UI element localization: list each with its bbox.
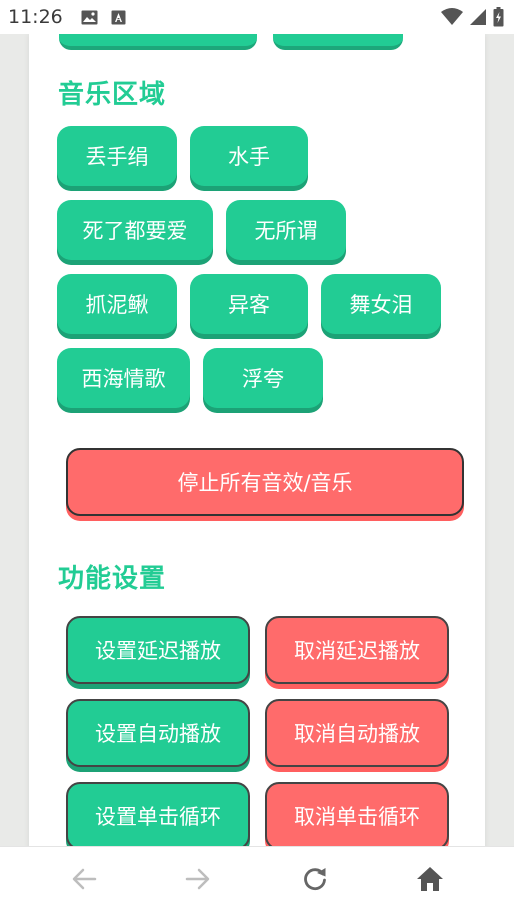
- function-section-title: 功能设置: [58, 564, 167, 594]
- music-button-shuishou[interactable]: 水手: [190, 126, 308, 186]
- set-delay-button[interactable]: 设置延迟播放: [66, 616, 250, 684]
- music-button-fukua[interactable]: 浮夸: [203, 348, 323, 408]
- arrow-right-icon: [185, 866, 211, 896]
- reload-button[interactable]: [295, 861, 335, 901]
- set-loop-button[interactable]: 设置单击循环: [66, 782, 250, 850]
- wifi-icon: [441, 8, 463, 30]
- cut-off-button-right[interactable]: [273, 34, 403, 50]
- music-button-diushoujuan[interactable]: 丢手绢: [57, 126, 177, 186]
- app-notification-icon: [111, 10, 127, 25]
- music-button-xihaiqingge[interactable]: 西海情歌: [57, 348, 190, 408]
- refresh-icon: [301, 865, 329, 897]
- music-button-zhuaniqiu[interactable]: 抓泥鳅: [57, 274, 177, 334]
- music-button-wusuowei[interactable]: 无所谓: [226, 200, 346, 260]
- stop-all-button[interactable]: 停止所有音效/音乐: [66, 448, 464, 516]
- music-button-sileduyaoai[interactable]: 死了都要爱: [57, 200, 213, 260]
- music-button-yike[interactable]: 异客: [190, 274, 308, 334]
- music-button-wunvlei[interactable]: 舞女泪: [321, 274, 441, 334]
- cancel-loop-button[interactable]: 取消单击循环: [265, 782, 449, 850]
- bottom-navigation: [0, 846, 514, 915]
- signal-icon: [469, 8, 487, 30]
- forward-button[interactable]: [178, 861, 218, 901]
- gallery-notification-icon: [81, 10, 98, 25]
- battery-icon: [493, 7, 504, 31]
- music-section-title: 音乐区域: [58, 80, 167, 110]
- cancel-auto-button[interactable]: 取消自动播放: [265, 699, 449, 767]
- content-card: 音乐区域 丢手绢 水手 死了都要爱 无所谓 抓泥鳅 异客 舞女泪 西海情歌 浮夸…: [29, 34, 485, 854]
- status-time: 11:26: [8, 6, 63, 28]
- home-icon: [416, 866, 444, 896]
- status-bar: 11:26: [0, 0, 514, 34]
- home-button[interactable]: [410, 861, 450, 901]
- cancel-delay-button[interactable]: 取消延迟播放: [265, 616, 449, 684]
- back-button[interactable]: [64, 861, 104, 901]
- arrow-left-icon: [71, 866, 97, 896]
- cut-off-button-left[interactable]: [59, 34, 257, 50]
- set-auto-button[interactable]: 设置自动播放: [66, 699, 250, 767]
